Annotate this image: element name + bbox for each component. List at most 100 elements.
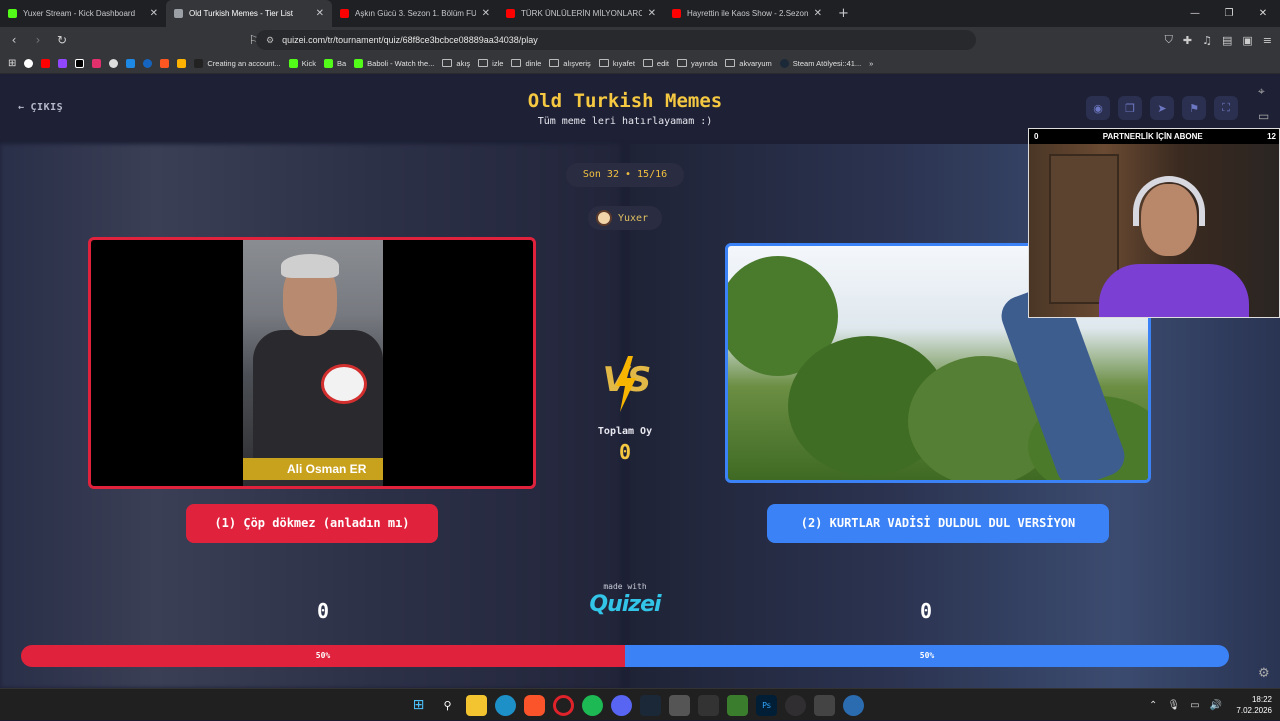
obs-icon[interactable] [785, 694, 806, 716]
apps-icon[interactable]: ⊞ [8, 58, 16, 69]
option-1-button[interactable]: (1) Çöp dökmez (anladın mı) [186, 504, 438, 543]
bookmark-favicon-twitch[interactable] [58, 58, 68, 68]
bookmark-creating-account[interactable]: Creating an account... [194, 58, 281, 68]
browser-tab[interactable]: Aşkın Gücü 3. Sezon 1. Bölüm FULL ✕ [332, 0, 498, 27]
shield-icon[interactable]: ⛉ [1165, 33, 1173, 47]
calculator-icon[interactable] [669, 694, 690, 716]
send-icon[interactable]: ➤ [1150, 96, 1174, 120]
bookmark-folder-kiyafet[interactable]: kıyafet [598, 59, 635, 68]
bookmark-favicon-google[interactable] [24, 58, 34, 68]
option-1-media[interactable]: Ali Osman ER [88, 237, 536, 489]
windows-start-icon[interactable]: ⊞ [408, 695, 429, 716]
search-icon[interactable]: ⚲ [437, 695, 458, 716]
folder-icon [478, 59, 489, 67]
bookmark-folder-edit[interactable]: edit [642, 59, 669, 68]
file-explorer-icon[interactable] [466, 694, 487, 716]
chevron-up-icon[interactable]: ⌃ [1149, 700, 1157, 711]
more-bookmarks-icon[interactable]: » [869, 59, 873, 68]
cursor-tool-icon[interactable]: ⌖ [1258, 84, 1269, 99]
bookmark-folder-dinle[interactable]: dinle [511, 59, 541, 68]
tab-label: Yuxer Stream - Kick Dashboard [23, 9, 136, 18]
bookmark-folder-akvaryum[interactable]: akvaryum [725, 59, 772, 68]
bookmark-favicon-instagram[interactable] [92, 58, 102, 68]
bookmark-favicon-youtube[interactable] [41, 58, 51, 68]
volume-icon[interactable]: 🔊 [1210, 700, 1222, 711]
system-clock[interactable]: 18:22 7.02.2026 [1236, 694, 1272, 716]
bookmark-favicon-x[interactable] [75, 58, 85, 68]
bookmark-folder-alisveris[interactable]: alışveriş [549, 59, 591, 68]
gear-icon[interactable]: ⚙ [1258, 666, 1270, 681]
bookmark-label: akvaryum [739, 58, 772, 68]
bookmark-favicon-misc[interactable] [177, 58, 187, 68]
site-info-icon[interactable]: ⚙ [266, 35, 274, 46]
edge-icon[interactable] [495, 694, 516, 716]
photoshop-icon[interactable]: Ps [756, 694, 777, 716]
vote-progress-bar: 50% 50% [21, 645, 1229, 667]
wallet-icon[interactable]: ▣ [1242, 34, 1252, 47]
reload-icon[interactable]: ↻ [52, 33, 72, 47]
address-bar[interactable]: ⚙ quizei.com/tr/tournament/quiz/68f8ce3b… [256, 30, 976, 50]
opera-icon[interactable] [553, 694, 574, 716]
total-votes-label: Toplam Oy [597, 426, 653, 437]
speaker-icon[interactable] [174, 9, 183, 18]
flag-icon[interactable]: ⚑ [1182, 96, 1206, 120]
system-tray: ⌃ 🎙 ▭ 🔊 [1149, 689, 1222, 721]
brave-icon[interactable] [524, 694, 545, 716]
clock-date: 7.02.2026 [1236, 706, 1272, 715]
close-icon[interactable]: ✕ [814, 8, 822, 19]
bookmark-steam[interactable]: Steam Atölyesi::41... [779, 58, 861, 68]
copy-icon[interactable]: ❐ [1118, 96, 1142, 120]
menu-icon[interactable]: ≡ [1263, 34, 1272, 47]
bookmark-favicon-misc[interactable] [126, 58, 136, 68]
close-window-icon[interactable]: ✕ [1246, 0, 1280, 27]
microphone-tray-icon[interactable]: 🎙 [1167, 700, 1180, 711]
discord-icon[interactable] [611, 694, 632, 716]
bookmark-kick[interactable]: Kick [288, 58, 316, 68]
eye-icon[interactable]: ◉ [1086, 96, 1110, 120]
new-tab-button[interactable]: + [830, 6, 857, 21]
browser-tab[interactable]: Hayrettin ile Kaos Show - 2.Sezon 1.B ✕ [664, 0, 830, 27]
windows-taskbar: ⊞ ⚲ Ps ⌃ 🎙 ▭ 🔊 18:22 7.02.2026 [0, 688, 1280, 720]
clock-time: 18:22 [1251, 695, 1272, 704]
app-icon[interactable] [727, 694, 748, 716]
option-1-image: Ali Osman ER [243, 240, 383, 486]
panel-icon[interactable]: ▭ [1258, 109, 1269, 123]
bookmark-folder-yayinda[interactable]: yayında [677, 59, 717, 68]
option-2-button[interactable]: (2) KURTLAR VADİSİ DULDUL DUL VERSİYON [767, 504, 1109, 543]
forward-icon[interactable]: › [28, 33, 48, 47]
bookmark-label: Baboli - Watch the... [367, 58, 435, 68]
tab-label: Hayrettin ile Kaos Show - 2.Sezon 1.B [687, 9, 808, 18]
spotify-icon[interactable] [582, 694, 603, 716]
extensions-icon[interactable]: ✚ [1183, 34, 1192, 47]
bookmark-label: alışveriş [563, 58, 591, 68]
close-icon[interactable]: ✕ [482, 8, 490, 19]
bookmark-favicon-github[interactable] [109, 58, 119, 68]
close-icon[interactable]: ✕ [648, 8, 656, 19]
browser-tab[interactable]: Yuxer Stream - Kick Dashboard ✕ [0, 0, 166, 27]
media-icon[interactable]: ♫ [1202, 34, 1212, 47]
minimize-icon[interactable]: — [1178, 0, 1212, 27]
browser-tab-active[interactable]: Old Turkish Memes - Tier List ✕ [166, 0, 332, 27]
restore-icon[interactable]: ❐ [1212, 0, 1246, 27]
bookmark-favicon-misc[interactable] [160, 58, 170, 68]
banner-text: PARTNERLİK İÇİN ABONE [1102, 132, 1203, 141]
network-icon[interactable]: ▭ [1190, 700, 1199, 711]
back-icon[interactable]: ‹ [4, 33, 24, 47]
close-icon[interactable]: ✕ [150, 8, 158, 19]
bookmark-baboli[interactable]: Baboli - Watch the... [354, 58, 435, 68]
bookmark-favicon-misc[interactable] [143, 58, 153, 68]
app-icon[interactable] [814, 694, 835, 716]
fullscreen-icon[interactable]: ⛶ [1214, 96, 1238, 120]
browser-tab[interactable]: TÜRK ÜNLÜLERİN MİLYONLARCA DO ✕ [498, 0, 664, 27]
bookmark-ba[interactable]: Ba [323, 58, 346, 68]
sidebar-icon[interactable]: ▤ [1222, 34, 1232, 47]
app-icon[interactable] [843, 694, 864, 716]
folder-icon [598, 59, 609, 67]
bookmark-folder-izle[interactable]: izle [478, 59, 503, 68]
webcam-banner: 0 PARTNERLİK İÇİN ABONE 12 [1029, 129, 1279, 144]
quizei-logo[interactable]: Quizei [565, 592, 685, 617]
capcut-icon[interactable] [698, 694, 719, 716]
bookmark-folder-akis[interactable]: akış [442, 59, 470, 68]
close-icon[interactable]: ✕ [316, 8, 324, 19]
steam-icon[interactable] [640, 694, 661, 716]
